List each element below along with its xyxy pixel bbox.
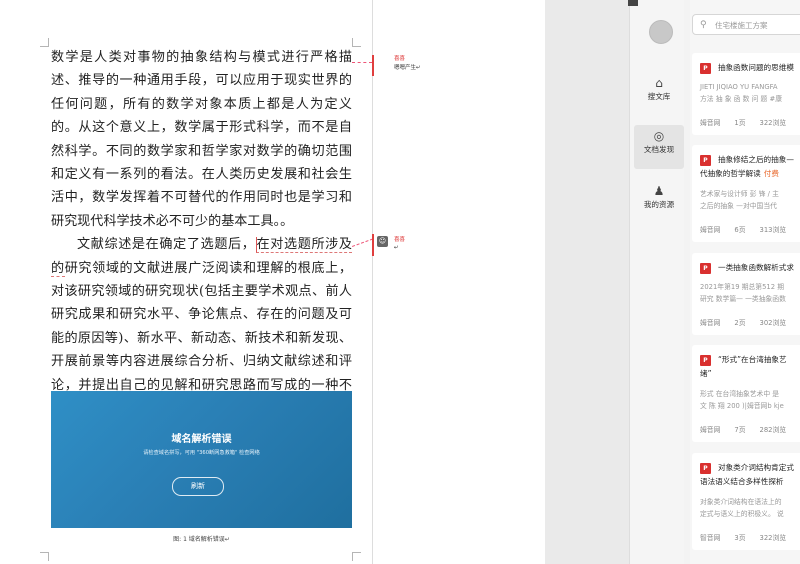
result-views: 322浏览	[759, 534, 787, 542]
comment-text[interactable]: ↵	[394, 244, 399, 252]
user-icon: ♟	[653, 184, 665, 198]
result-source: 姆音网	[700, 226, 721, 234]
pdf-icon: P	[700, 463, 711, 474]
comment-avatar-icon: ☺	[377, 236, 388, 247]
resource-panel: ⌂ 搜文库 ◎ 文档发现 ♟ 我的资源 ⚲ 住宅楼施工方案 P 抽象函数问题的思…	[629, 0, 800, 564]
result-views: 282浏览	[759, 426, 787, 434]
result-title[interactable]: 抽象函数问题的思维模	[718, 62, 800, 74]
document-body[interactable]: 数学是人类对事物的抽象结构与模式进行严格描述、推导的一种通用手段，可以应用于现实…	[51, 46, 353, 421]
figure-refresh-button: 刷新	[172, 477, 224, 496]
panel-nav: ⌂ 搜文库 ◎ 文档发现 ♟ 我的资源	[630, 0, 684, 564]
search-input[interactable]: ⚲ 住宅楼施工方案	[692, 14, 800, 35]
result-desc: 定式与语义上的积极义。 说	[700, 510, 784, 518]
comment-connector	[352, 62, 372, 63]
result-meta: 姆音网 7页 282浏览	[700, 424, 800, 434]
result-title-line2[interactable]: 绪”	[700, 368, 800, 380]
crop-mark	[40, 38, 49, 47]
comment-marker	[372, 55, 374, 76]
comment-author: 喜喜	[394, 237, 406, 243]
result-title[interactable]: 抽象修结之后的抽象—	[718, 154, 800, 166]
paragraph-2-text: 文献综述是在确定了选题后，	[77, 237, 256, 253]
results-list: ⚲ 住宅楼施工方案 P 抽象函数问题的思维模 JIETI JIQIAO YU F…	[690, 0, 800, 564]
result-source: 姆音网	[700, 319, 721, 327]
result-source: 姆音网	[700, 119, 721, 127]
figure-title: 域名解析错误	[171, 434, 232, 445]
result-views: 313浏览	[759, 226, 787, 234]
result-pages: 1页	[734, 119, 746, 127]
crop-mark	[40, 552, 49, 561]
nav-label: 搜文库	[647, 92, 671, 101]
result-title-line2[interactable]: 语法语义结合多样性探析	[700, 476, 800, 488]
result-title[interactable]: “形式”在台湾抽象艺	[718, 354, 800, 366]
result-meta: 姆音网 1页 322浏览	[700, 117, 800, 127]
result-source: 姆音网	[700, 426, 721, 434]
pdf-icon: P	[700, 63, 711, 74]
search-placeholder: 住宅楼施工方案	[715, 21, 768, 30]
result-source: 智音网	[700, 534, 721, 542]
document-page[interactable]: 数学是人类对事物的抽象结构与模式进行严格描述、推导的一种通用手段，可以应用于现实…	[0, 0, 372, 564]
result-pages: 3页	[734, 534, 746, 542]
window-edge	[628, 0, 638, 6]
compass-icon: ◎	[653, 129, 665, 143]
figure-image[interactable]: 域名解析错误 请检查域名拼写，可用 "360断网急救箱" 检查网络 刷新	[51, 391, 352, 528]
result-title-line: 抽象修结之后的抽象—	[718, 155, 794, 164]
figure-caption: 图: 1 域名解析错误↵	[173, 536, 230, 543]
home-icon: ⌂	[655, 76, 663, 90]
result-meta: 姆音网 2页 302浏览	[700, 317, 800, 327]
pdf-icon: P	[700, 355, 711, 366]
result-card[interactable]: P “形式”在台湾抽象艺 绪” 形式 在台湾抽象艺术中 是 文 陈 翔 200 …	[692, 345, 800, 442]
crop-mark	[352, 38, 361, 47]
avatar[interactable]	[649, 20, 673, 44]
pdf-icon: P	[700, 263, 711, 274]
result-card[interactable]: P 一类抽象函数解析式求 2021年第19 期总第512 期 研究 数学篇— 一…	[692, 253, 800, 335]
result-pages: 2页	[734, 319, 746, 327]
comment-marker	[372, 234, 374, 256]
comment-gutter	[372, 0, 546, 564]
comment-text[interactable]: 嗯嗯产生↵	[394, 64, 421, 72]
result-title[interactable]: 一类抽象函数解析式求	[718, 262, 800, 274]
result-pages: 7页	[734, 426, 746, 434]
result-meta: 姆音网 6页 313浏览	[700, 224, 800, 234]
result-title-line2[interactable]: 代抽象的哲学解读 付费	[700, 168, 800, 180]
result-card[interactable]: P 抽象修结之后的抽象— 代抽象的哲学解读 付费 艺术家与设计师 彭 锋 / 主 …	[692, 145, 800, 242]
nav-label: 文档发现	[643, 145, 675, 154]
result-desc: 艺术家与设计师 彭 锋 / 主	[700, 190, 779, 198]
paid-badge: 付费	[763, 169, 779, 178]
result-card[interactable]: P 对象类介词结构肯定式 语法语义结合多样性探析 对象类介词结构在语法上的 定式…	[692, 453, 800, 550]
result-views: 302浏览	[759, 319, 787, 327]
workspace-gap	[545, 0, 629, 564]
crop-mark	[352, 552, 361, 561]
result-title-text: 代抽象的哲学解读	[700, 169, 761, 178]
search-icon: ⚲	[700, 20, 707, 30]
pdf-icon: P	[700, 155, 711, 166]
result-meta: 智音网 3页 322浏览	[700, 532, 800, 542]
result-desc: 形式 在台湾抽象艺术中 是	[700, 390, 780, 398]
nav-item-my-resources[interactable]: ♟ 我的资源	[634, 180, 684, 224]
result-desc: JIETI JIQIAO YU FANGFA	[700, 83, 778, 91]
figure-subtitle: 请检查域名拼写，可用 "360断网急救箱" 检查网络	[143, 450, 260, 456]
result-desc: 研究 数学篇— 一类抽象函数	[700, 295, 786, 303]
result-desc: 对象类介词结构在语法上的	[700, 498, 782, 506]
result-desc: 之后的抽象 —对中国当代	[700, 202, 777, 210]
result-pages: 6页	[734, 226, 746, 234]
result-desc: 2021年第19 期总第512 期	[700, 283, 785, 291]
result-views: 322浏览	[759, 119, 787, 127]
result-title[interactable]: 对象类介词结构肯定式	[718, 462, 800, 474]
result-desc: 方法 抽 象 函 数 问 题 #康	[700, 95, 782, 103]
nav-label: 我的资源	[643, 200, 675, 209]
comment-author: 喜喜	[394, 56, 406, 62]
result-desc: 文 陈 翔 200 )|姆音网b kje	[700, 402, 784, 410]
nav-item-discover[interactable]: ◎ 文档发现	[634, 125, 684, 169]
paragraph-1[interactable]: 数学是人类对事物的抽象结构与模式进行严格描述、推导的一种通用手段，可以应用于现实…	[51, 46, 352, 233]
nav-item-library[interactable]: ⌂ 搜文库	[634, 72, 684, 116]
result-card[interactable]: P 抽象函数问题的思维模 JIETI JIQIAO YU FANGFA 方法 抽…	[692, 53, 800, 135]
